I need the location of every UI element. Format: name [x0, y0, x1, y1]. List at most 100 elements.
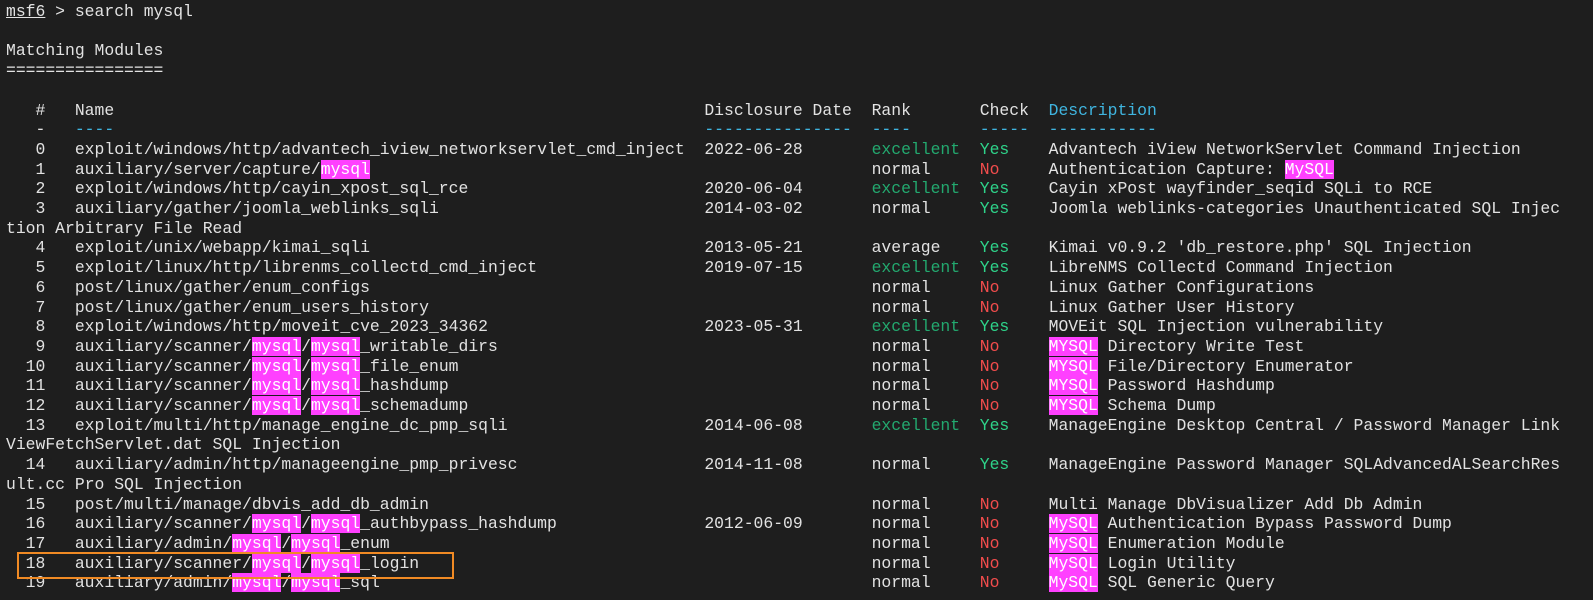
search-match-highlight: MySQL — [1048, 533, 1098, 553]
disclosure-date: 2012-06-09 — [704, 514, 803, 534]
module-description: Kimai v0.9.2 'db_restore.php' SQL Inject… — [1048, 238, 1472, 258]
module-rank: normal — [871, 573, 931, 593]
module-description: Linux Gather Configurations — [1048, 277, 1315, 297]
module-number: 2 — [35, 179, 46, 199]
module-description: MySQL SQL Generic Query — [1048, 573, 1275, 593]
search-match-highlight: mysql — [251, 396, 302, 415]
module-description: MySQL Enumeration Module — [1048, 533, 1285, 553]
module-description-wrap: ult.cc Pro SQL Injection — [6, 474, 243, 494]
module-number: 13 — [25, 415, 46, 435]
check-status: Yes — [979, 199, 1010, 218]
search-match-highlight: MYSQL — [1048, 376, 1098, 396]
module-name: exploit/linux/http/librenms_collectd_cmd… — [74, 258, 538, 278]
module-number: 5 — [35, 258, 46, 278]
search-match-highlight: mysql — [232, 533, 282, 553]
module-number: 1 — [35, 159, 46, 179]
module-name: exploit/windows/http/moveit_cve_2023_343… — [74, 317, 488, 337]
module-rank: excellent — [871, 179, 961, 199]
col-num-rule: - — [35, 120, 46, 140]
module-description: Linux Gather User History — [1048, 297, 1295, 317]
module-name: exploit/windows/http/advantech_iview_net… — [74, 139, 685, 159]
module-name: auxiliary/scanner/mysql/mysql_file_enum — [74, 356, 459, 376]
module-rank: normal — [871, 336, 931, 356]
check-status: No — [979, 356, 1000, 376]
module-description: Cayin xPost wayfinder_seqid SQLi to RCE — [1048, 179, 1433, 199]
module-name: exploit/unix/webapp/kimai_sqli — [74, 238, 370, 258]
module-number: 0 — [35, 139, 46, 159]
module-number: 7 — [35, 297, 46, 317]
module-name: auxiliary/admin/mysql/mysql_enum — [74, 533, 390, 553]
disclosure-date: 2013-05-21 — [704, 238, 803, 258]
disclosure-date: 2023-05-31 — [704, 317, 803, 337]
check-status: No — [979, 376, 1000, 396]
module-rank: normal — [871, 159, 931, 179]
module-rank: normal — [871, 396, 931, 415]
module-name: auxiliary/scanner/mysql/mysql_authbypass… — [74, 514, 557, 534]
module-description: Joomla weblinks-categories Unauthenticat… — [1048, 199, 1561, 218]
module-name: auxiliary/scanner/mysql/mysql_hashdump — [74, 376, 449, 396]
module-description: Multi Manage DbVisualizer Add Db Admin — [1048, 494, 1423, 514]
module-description: ManageEngine Password Manager SQLAdvance… — [1048, 455, 1561, 475]
module-rank: normal — [871, 494, 931, 514]
module-row: 0 exploit/windows/http/advantech_iview_ne… — [0, 140, 1593, 160]
module-name: auxiliary/gather/joomla_weblinks_sqli — [74, 199, 439, 218]
module-row: 14 auxiliary/admin/http/manageengine_pmp_… — [0, 455, 1593, 494]
module-number: 11 — [25, 376, 46, 396]
module-rank: normal — [871, 376, 931, 396]
disclosure-date: 2022-06-28 — [704, 139, 803, 159]
module-rank: normal — [871, 533, 931, 553]
module-rank: normal — [871, 356, 931, 376]
module-number: 16 — [25, 514, 46, 534]
module-number: 6 — [35, 277, 46, 297]
module-row: 2 exploit/windows/http/cayin_xpost_sql_rc… — [0, 179, 1593, 199]
table-header-rule: - ---- --------------- ---- ----- ------… — [0, 120, 1593, 140]
prompt-separator: > — [55, 2, 66, 21]
command-text: search mysql — [74, 2, 193, 21]
module-rank: normal — [871, 553, 931, 573]
module-description: ManageEngine Desktop Central / Password … — [1048, 415, 1561, 435]
module-row: 16 auxiliary/scanner/mysql/mysql_authbypa… — [0, 514, 1593, 534]
col-date-rule: --------------- — [704, 120, 852, 140]
module-row: 12 auxiliary/scanner/mysql/mysql_schemadu… — [0, 396, 1593, 416]
check-status: No — [979, 553, 1000, 573]
check-status: No — [979, 277, 1000, 297]
module-description: Authentication Capture: MySQL — [1048, 159, 1334, 179]
section-title: Matching Modules — [6, 41, 164, 61]
search-match-highlight: mysql — [310, 356, 361, 376]
check-status: Yes — [979, 258, 1010, 278]
check-status: No — [979, 573, 1000, 593]
check-status: Yes — [979, 455, 1010, 475]
module-number: 14 — [25, 455, 46, 475]
module-row: 17 auxiliary/admin/mysql/mysql_enum normal… — [0, 533, 1593, 554]
search-match-highlight: mysql — [291, 533, 341, 553]
module-row: 9 auxiliary/scanner/mysql/mysql_writable_… — [0, 336, 1593, 357]
col-check-header: Check — [979, 100, 1029, 120]
search-match-highlight: MYSQL — [1048, 336, 1098, 356]
module-rank: excellent — [871, 139, 961, 159]
module-number: 12 — [25, 396, 46, 415]
col-num-header: # — [35, 100, 46, 120]
module-row: 5 exploit/linux/http/librenms_collectd_cm… — [0, 258, 1593, 278]
disclosure-date: 2014-03-02 — [704, 199, 803, 218]
module-description: MySQL Login Utility — [1048, 553, 1236, 573]
disclosure-date: 2020-06-04 — [704, 179, 803, 199]
col-name-rule: ---- — [74, 120, 115, 140]
disclosure-date: 2014-06-08 — [704, 415, 803, 435]
module-rank: average — [871, 238, 941, 258]
module-number: 3 — [35, 199, 46, 218]
check-status: No — [979, 159, 1000, 179]
module-description: Advantech iView NetworkServlet Command I… — [1048, 139, 1521, 159]
search-match-highlight: MySQL — [1048, 573, 1098, 593]
module-name: auxiliary/admin/http/manageengine_pmp_pr… — [74, 455, 518, 475]
module-description-wrap: ViewFetchServlet.dat SQL Injection — [6, 435, 341, 455]
check-status: Yes — [979, 179, 1010, 199]
search-match-highlight: mysql — [251, 514, 302, 534]
check-status: No — [979, 396, 1000, 415]
module-name: post/linux/gather/enum_users_history — [74, 297, 429, 317]
module-row: 6 post/linux/gather/enum_configs normal No L… — [0, 278, 1593, 298]
module-rank: normal — [871, 199, 931, 218]
check-status: No — [979, 494, 1000, 514]
module-number: 17 — [25, 533, 46, 553]
col-description-header: Description — [1048, 100, 1157, 120]
module-number: 4 — [35, 238, 46, 258]
